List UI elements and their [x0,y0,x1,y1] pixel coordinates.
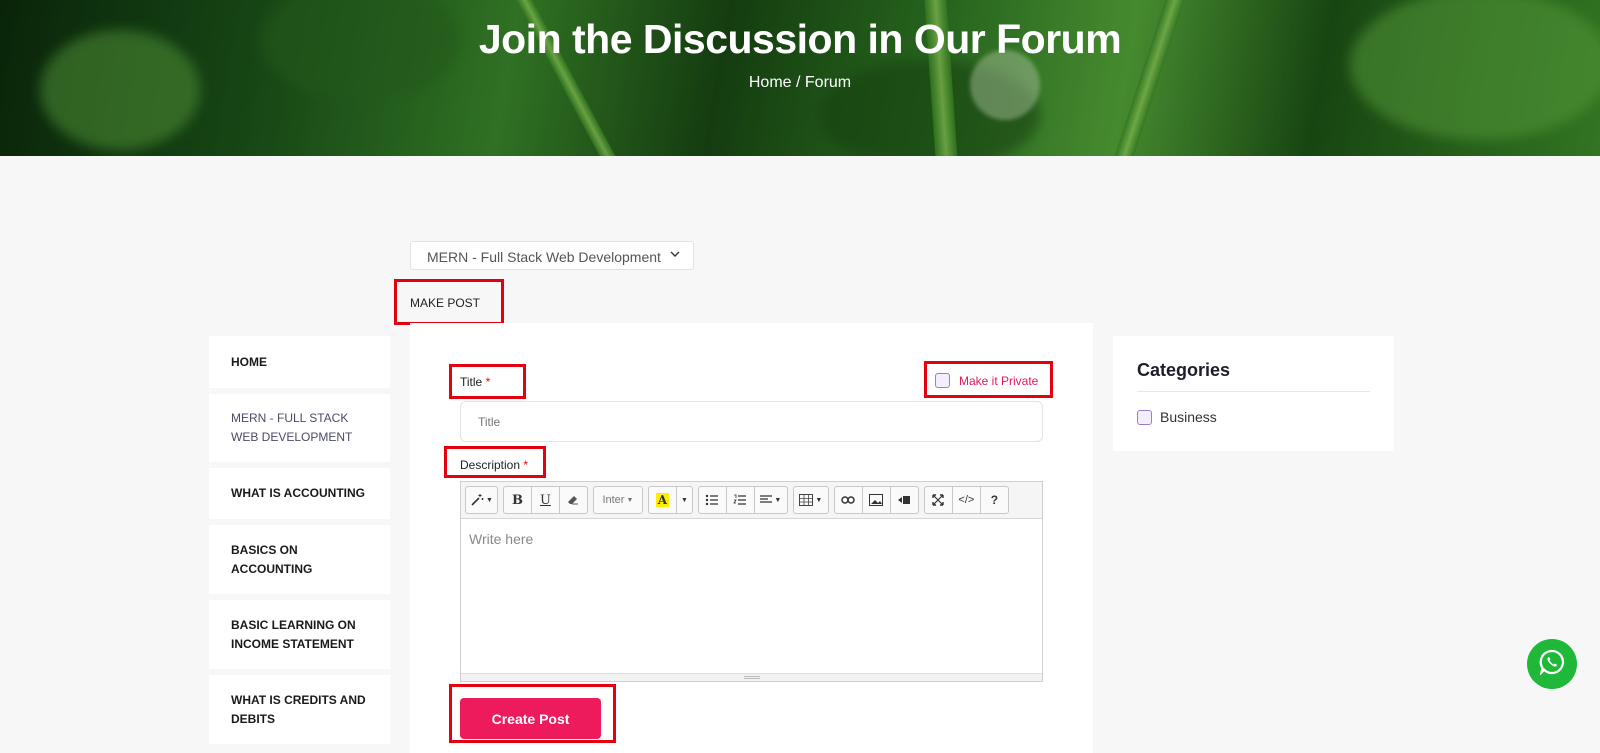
sidebar-item-what-is-accounting[interactable]: WHAT IS ACCOUNTING [209,468,390,519]
categories-title: Categories [1137,360,1370,392]
page-title: Join the Discussion in Our Forum [478,16,1122,62]
text-color-dropdown-icon[interactable]: ▼ [675,486,693,514]
table-icon[interactable]: ▼ [792,486,829,514]
sidebar-item-label: BASICS ON ACCOUNTING [231,542,313,576]
sidebar-item-income-statement[interactable]: BASIC LEARNING ON INCOME STATEMENT [209,600,390,669]
sidebar-item-label: WHAT IS CREDITS AND DEBITS [231,692,366,726]
title-input[interactable] [460,401,1043,442]
breadcrumb-separator: / [791,74,805,91]
font-family-dropdown[interactable]: Inter ▼ [592,486,643,514]
breadcrumb-home-link[interactable]: Home [749,74,792,91]
numbered-list-icon[interactable] [725,486,755,514]
chevron-down-icon [669,248,681,263]
fullscreen-icon[interactable] [923,486,953,514]
bullet-list-icon[interactable] [697,486,727,514]
category-checkbox[interactable] [1137,409,1152,425]
editor-resize-handle[interactable] [461,673,1042,681]
underline-icon[interactable]: U [530,486,560,514]
sidebar-item-label: BASIC LEARNING ON INCOME STATEMENT [231,617,356,651]
eraser-icon[interactable] [558,486,588,514]
category-label: Business [1160,409,1217,425]
highlight-description-label [444,446,546,478]
code-view-icon[interactable]: </> [951,486,981,514]
highlight-make-private [924,361,1053,398]
resize-grip-icon [744,676,760,679]
text-color-icon[interactable]: A [647,486,677,514]
link-icon[interactable] [833,486,863,514]
highlight-title-label [449,364,526,399]
description-editor: ▼ B U Inter ▼ A ▼ ▼ ▼ </> ? Write here [460,481,1043,682]
editor-toolbar: ▼ B U Inter ▼ A ▼ ▼ ▼ </> ? [461,482,1042,519]
highlight-make-post [394,279,504,325]
sidebar-item-label: WHAT IS ACCOUNTING [231,486,365,500]
editor-content[interactable]: Write here [461,519,1042,674]
help-icon[interactable]: ? [979,486,1009,514]
hero-banner: Join the Discussion in Our Forum Home / … [0,0,1600,156]
sidebar-item-label: MERN - FULL STACK WEB DEVELOPMENT [231,411,353,444]
highlight-create-post [449,684,616,743]
magic-wand-icon[interactable]: ▼ [465,486,498,514]
sidebar-item-home[interactable]: HOME [209,336,390,388]
categories-widget: Categories Business [1113,336,1394,451]
forum-sidebar: HOME MERN - FULL STACK WEB DEVELOPMENT W… [209,336,390,750]
breadcrumb-current: Forum [804,74,852,91]
sidebar-item-mern[interactable]: MERN - FULL STACK WEB DEVELOPMENT [209,394,390,462]
category-item-business[interactable]: Business [1137,409,1370,425]
align-icon[interactable]: ▼ [753,486,788,514]
sidebar-item-label: HOME [231,354,267,369]
breadcrumb: Home / Forum [0,74,1600,92]
course-select-value: MERN - Full Stack Web Development [427,249,661,265]
bold-icon[interactable]: B [502,486,532,514]
font-family-value: Inter [602,494,625,506]
course-select[interactable]: MERN - Full Stack Web Development [410,241,694,270]
image-icon[interactable] [861,486,891,514]
whatsapp-icon [1539,649,1565,680]
sidebar-item-basics-on-accounting[interactable]: BASICS ON ACCOUNTING [209,525,390,594]
whatsapp-chat-button[interactable] [1527,639,1577,689]
sidebar-item-credits-debits[interactable]: WHAT IS CREDITS AND DEBITS [209,675,390,744]
video-icon[interactable] [889,486,919,514]
